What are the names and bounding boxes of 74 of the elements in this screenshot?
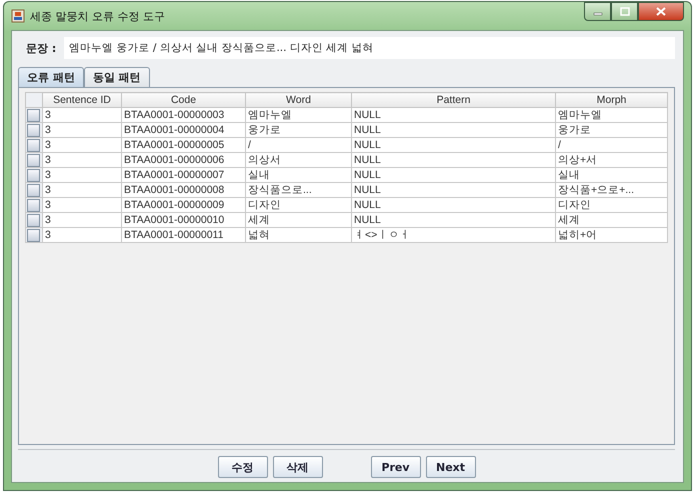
sentence-label: 문장 : xyxy=(26,40,56,56)
table-cell: 디자인 xyxy=(246,198,352,212)
table-cell: 엠마누엘 xyxy=(246,108,352,122)
column-header[interactable]: Morph xyxy=(556,92,668,108)
table-cell: 의상서 xyxy=(246,152,352,168)
row-checkbox[interactable] xyxy=(27,168,40,182)
row-checkbox[interactable] xyxy=(27,214,40,226)
table-cell: 3 xyxy=(42,198,122,212)
table-cell: 3 xyxy=(42,228,122,242)
table-cell: NULL xyxy=(352,122,556,138)
table-cell: 3 xyxy=(42,182,122,198)
row-checkbox[interactable] xyxy=(27,154,40,166)
column-header[interactable]: Code xyxy=(122,92,246,108)
action-button[interactable]: 삭제 xyxy=(272,456,322,478)
table-cell: 3 xyxy=(42,122,122,138)
row-checkbox[interactable] xyxy=(27,124,40,136)
minimize-button[interactable] xyxy=(584,2,611,21)
table-cell: 실내 xyxy=(246,168,352,182)
row-checkbox[interactable] xyxy=(27,184,40,196)
table-cell: BTAA0001-00000004 xyxy=(122,122,246,138)
row-checkbox[interactable] xyxy=(27,108,40,122)
close-button[interactable] xyxy=(638,2,684,21)
column-header[interactable]: Pattern xyxy=(352,92,556,108)
action-button[interactable]: 수정 xyxy=(218,456,268,478)
table-cell: BTAA0001-00000003 xyxy=(122,108,246,122)
app-icon xyxy=(11,9,25,23)
table-cell: 3 xyxy=(42,212,122,228)
table-cell: 엠마누엘 xyxy=(556,108,668,122)
table-cell: NULL xyxy=(352,182,556,198)
table-cell: 3 xyxy=(42,108,122,122)
table-cell: NULL xyxy=(352,198,556,212)
table-cell: BTAA0001-00000010 xyxy=(122,212,246,228)
table-cell: 3 xyxy=(42,138,122,152)
table-cell: BTAA0001-00000008 xyxy=(122,182,246,198)
table-cell: BTAA0001-00000009 xyxy=(122,198,246,212)
table-cell: BTAA0001-00000011 xyxy=(122,228,246,242)
table-cell: 넓혀 xyxy=(246,228,352,242)
table-cell: NULL xyxy=(352,152,556,168)
tab[interactable]: 오류 패턴 xyxy=(18,67,84,87)
table-cell: BTAA0001-00000005 xyxy=(122,138,246,152)
close-icon xyxy=(656,7,666,16)
column-header[interactable]: Word xyxy=(246,92,352,108)
table-cell: 웅가로 xyxy=(556,122,668,138)
table-cell: BTAA0001-00000007 xyxy=(122,168,246,182)
action-button[interactable]: Next xyxy=(426,456,476,478)
table-cell: 실내 xyxy=(556,168,668,182)
sentence-field[interactable]: 엠마누엘 웅가로 / 의상서 실내 장식품으로... 디자인 세계 넓혀 xyxy=(64,37,675,59)
table-cell: 디자인 xyxy=(556,198,668,212)
row-checkbox[interactable] xyxy=(27,228,40,242)
tab[interactable]: 동일 패턴 xyxy=(84,67,150,87)
maximize-button[interactable] xyxy=(611,2,638,21)
table-cell: 의상+서 xyxy=(556,152,668,168)
row-checkbox[interactable] xyxy=(27,198,40,212)
table-cell: NULL xyxy=(352,168,556,182)
table-cell: 세계 xyxy=(246,212,352,228)
window-title: 세종 말뭉치 오류 수정 도구 xyxy=(30,8,165,24)
table-cell: 장식품으로... xyxy=(246,182,352,198)
row-checkbox[interactable] xyxy=(27,138,40,152)
table-cell: 세계 xyxy=(556,212,668,228)
maximize-icon xyxy=(620,7,630,16)
column-header[interactable]: Sentence ID xyxy=(42,92,122,108)
table-cell: BTAA0001-00000006 xyxy=(122,152,246,168)
table-cell: 3 xyxy=(42,168,122,182)
table-cell: NULL xyxy=(352,138,556,152)
table-cell: 장식품+으로+... xyxy=(556,182,668,198)
table-cell: NULL xyxy=(352,108,556,122)
table-cell: / xyxy=(556,138,668,152)
table-cell: NULL xyxy=(352,212,556,228)
action-button[interactable]: Prev xyxy=(370,456,420,478)
table-cell: 3 xyxy=(42,152,122,168)
table-cell: ㅕ<>ㅣㅇㅓ xyxy=(352,228,556,242)
table-cell: 웅가로 xyxy=(246,122,352,138)
table-cell: / xyxy=(246,138,352,152)
table-cell: 넓히+어 xyxy=(556,228,668,242)
